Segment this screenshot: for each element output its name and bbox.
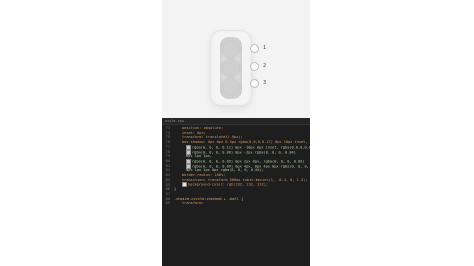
choice-label: 2 <box>263 63 267 69</box>
color-swatch-icon[interactable] <box>182 182 187 188</box>
code-text: .choice-circle:checked + .ball { <box>174 196 244 201</box>
code-text: position: absolute; <box>182 126 224 130</box>
toggle-knob[interactable] <box>223 41 239 57</box>
code-editor: style.css 73 position: absolute; 74 inset: … <box>162 118 310 266</box>
choice-label: 1 <box>263 45 267 51</box>
code-text: background-color: rgb(232, 232, 232); <box>188 182 269 187</box>
code-text: transform: translateX(-9px); <box>182 135 243 140</box>
choice-label: 3 <box>263 80 267 86</box>
code-text: 0px 1px 1px 0px rgba(0, 0, 0, 0.04); <box>186 168 264 173</box>
code-text: inset: 0px; <box>182 130 206 135</box>
toggle-panel <box>211 31 251 105</box>
code-text: box-shadow: 0px 0px 0.5px rgba(0,0,0,0.1… <box>182 140 308 145</box>
choice-option-3[interactable]: 3 <box>250 77 266 89</box>
code-line: 85 background-color: rgb(232, 232, 232); <box>162 182 269 188</box>
editor-tab[interactable]: style.css <box>162 118 310 125</box>
code-line: 89 transform: <box>162 201 204 206</box>
code-text: transition: transform 500ms cubic-bezier… <box>182 177 308 182</box>
toggle-track <box>220 37 242 99</box>
code-text: transform: <box>182 201 204 206</box>
choice-option-2[interactable]: 2 <box>250 60 266 72</box>
component-preview: 1 2 3 <box>162 0 310 118</box>
radio-icon[interactable] <box>250 43 259 53</box>
toggle-knob[interactable] <box>223 79 239 95</box>
choice-option-1[interactable]: 1 <box>250 42 266 54</box>
code-text: 0px 1px 1px, <box>186 154 212 159</box>
code-text: border-radius: 100%; <box>182 173 226 177</box>
code-text: } <box>174 187 177 192</box>
radio-icon[interactable] <box>250 61 259 71</box>
line-number: 89 <box>165 201 170 206</box>
toggle-knob[interactable] <box>223 60 239 76</box>
video-frame: 1 2 3 style.css 73 position: absolute; 74 i… <box>162 0 310 266</box>
radio-icon[interactable] <box>250 78 259 88</box>
